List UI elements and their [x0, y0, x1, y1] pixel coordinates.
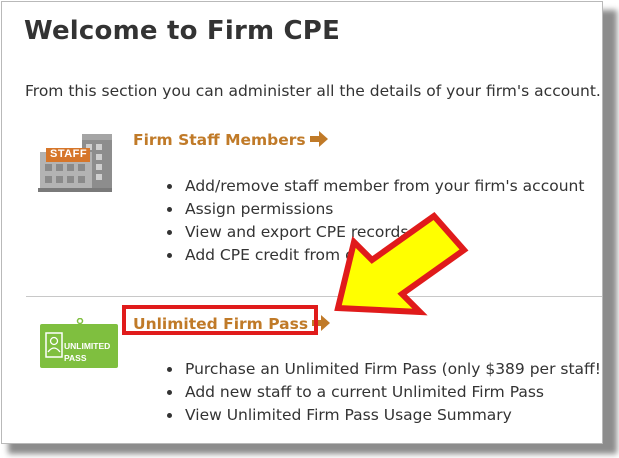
list-item: Add new staff to a current Unlimited Fir…	[167, 381, 602, 404]
pass-text-line2: PASS	[64, 353, 87, 363]
pass-card-text: UNLIMITED PASS	[64, 340, 118, 364]
staff-building-icon: STAFF	[36, 130, 116, 198]
staff-icon-text: STAFF	[50, 148, 88, 160]
list-item: Add/remove staff member from your firm's…	[166, 175, 584, 198]
firm-staff-members-label: Firm Staff Members	[133, 131, 306, 149]
pass-features-list: Purchase an Unlimited Firm Pass (only $3…	[165, 358, 602, 427]
firm-staff-members-link[interactable]: Firm Staff Members	[133, 131, 328, 151]
highlight-box	[122, 305, 318, 335]
pass-text-line1: UNLIMITED	[64, 341, 111, 351]
callout-arrow-icon	[332, 211, 472, 326]
section-divider	[26, 296, 602, 297]
arrow-right-icon	[309, 131, 328, 151]
firm-cpe-panel: Welcome to Firm CPE From this section yo…	[1, 1, 603, 444]
list-item: Purchase an Unlimited Firm Pass (only $3…	[167, 358, 602, 381]
pass-card: UNLIMITED PASS	[40, 324, 118, 368]
intro-text: From this section you can administer all…	[25, 82, 601, 100]
page-title: Welcome to Firm CPE	[24, 16, 341, 46]
list-item: View Unlimited Firm Pass Usage Summary	[167, 404, 602, 427]
